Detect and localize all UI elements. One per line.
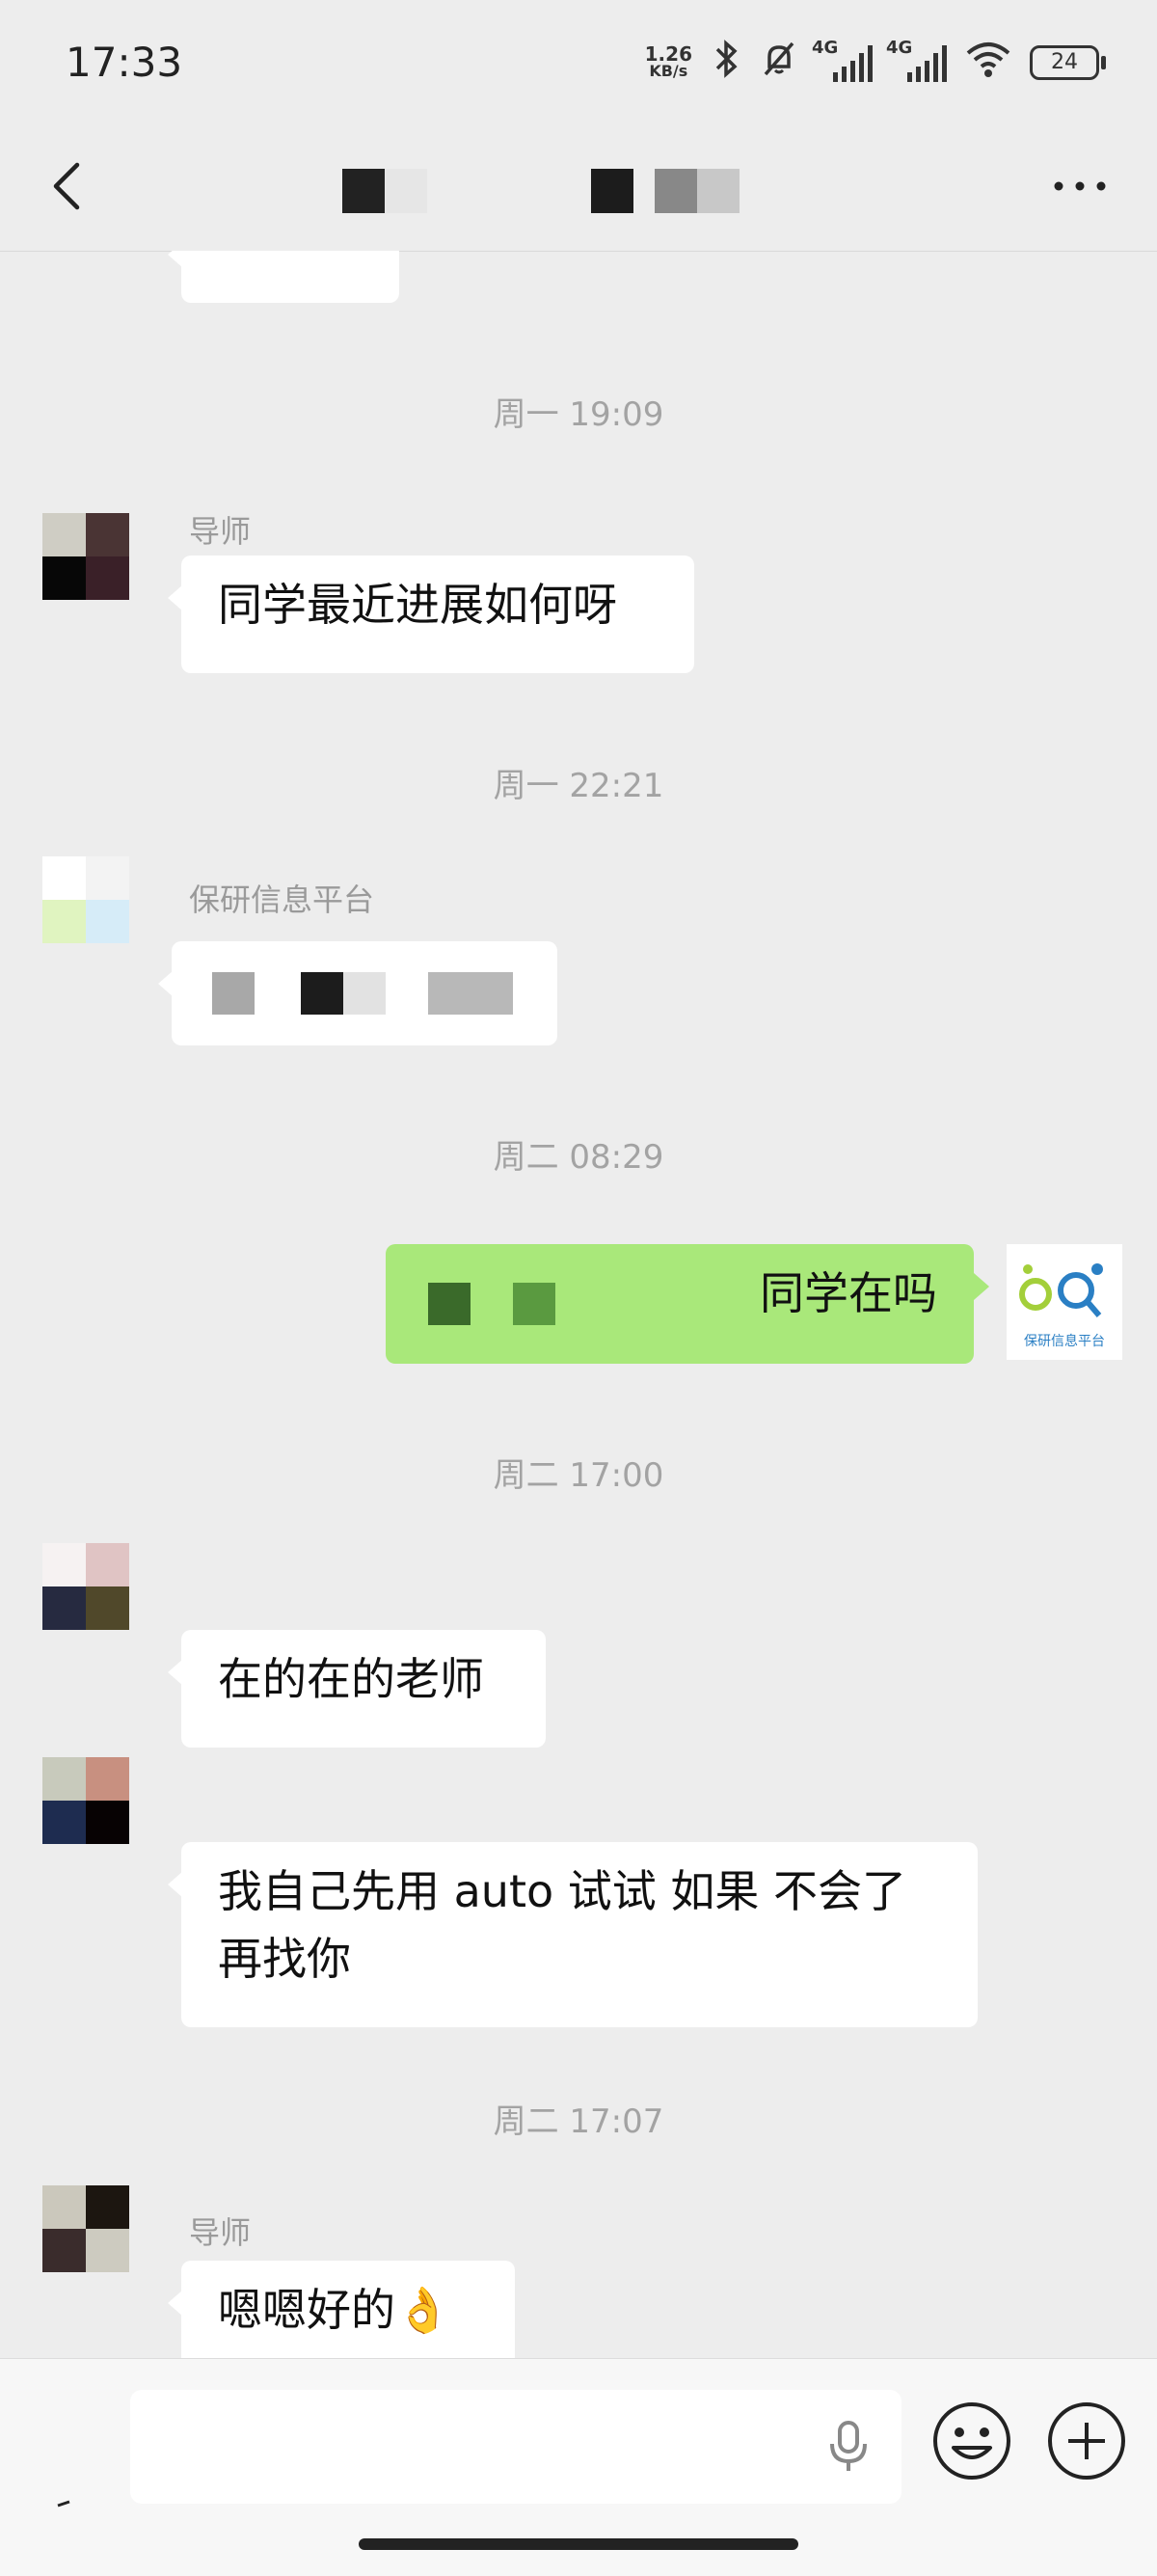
- avatar[interactable]: [42, 513, 129, 600]
- status-icons: 1.26 KB/s 4G 4G 24: [644, 38, 1106, 87]
- voice-icon[interactable]: [29, 2455, 96, 2523]
- emoji-icon[interactable]: [930, 2400, 1013, 2482]
- chevron-left-icon[interactable]: [42, 157, 100, 215]
- mic-icon[interactable]: [824, 2417, 873, 2475]
- message-input[interactable]: [130, 2390, 901, 2504]
- message-bubble[interactable]: 同学最近进展如何呀: [168, 556, 694, 673]
- mute-icon: [760, 40, 798, 87]
- signal-icon: 4G: [812, 38, 873, 82]
- battery-icon: 24: [1030, 45, 1106, 80]
- avatar[interactable]: [42, 1543, 129, 1630]
- message-bubble[interactable]: 嗯嗯好的👌: [168, 2261, 515, 2358]
- sender-name: 导师: [189, 2214, 252, 2251]
- avatar-self[interactable]: 保研信息平台: [1007, 1244, 1122, 1360]
- wifi-icon: [964, 40, 1012, 87]
- timestamp: 周二 17:07: [493, 2102, 664, 2141]
- timestamp: 周二 17:00: [493, 1456, 664, 1495]
- signal-icon: 4G: [886, 38, 947, 82]
- message-bubble[interactable]: 我自己先用 auto 试试 如果 不会了 再找你: [168, 1842, 978, 2027]
- status-time: 17:33: [66, 39, 183, 86]
- message-bubble-outgoing[interactable]: 同学在吗: [386, 1244, 989, 1364]
- message-text: 再找你: [218, 1933, 351, 1985]
- message-text: 嗯嗯好的: [218, 2284, 395, 2336]
- sender-name: 导师: [189, 513, 252, 550]
- message-bubble[interactable]: [168, 251, 399, 303]
- ok-hand-icon: 👌: [395, 2284, 451, 2336]
- chat-title: [342, 169, 740, 213]
- sender-name: 保研信息平台: [189, 881, 375, 918]
- avatar[interactable]: [42, 856, 129, 943]
- chat-header: [0, 130, 1157, 252]
- message-text: 同学在吗: [760, 1267, 937, 1319]
- avatar[interactable]: [42, 2185, 129, 2272]
- more-dots-icon[interactable]: [1051, 175, 1109, 198]
- logo-icon: [1019, 1263, 1103, 1317]
- message-list[interactable]: 周一 19:09 导师 同学最近进展如何呀 周一 22:21 保研信息平台 周二…: [0, 251, 1157, 2358]
- timestamp: 周一 19:09: [493, 395, 664, 434]
- home-indicator[interactable]: [359, 2538, 798, 2550]
- network-speed: 1.26 KB/s: [644, 42, 692, 80]
- timestamp: 周二 08:29: [493, 1138, 664, 1177]
- message-text: 我自己先用 auto 试试 如果 不会了: [218, 1865, 907, 1917]
- status-bar: 17:33 1.26 KB/s 4G 4G 24: [0, 0, 1157, 130]
- timestamp: 周一 22:21: [493, 767, 664, 805]
- plus-icon[interactable]: [1045, 2400, 1128, 2482]
- avatar[interactable]: [42, 1757, 129, 1844]
- message-bubble[interactable]: [158, 941, 557, 1045]
- message-bubble[interactable]: 在的在的老师: [168, 1630, 546, 1748]
- bluetooth-icon: [710, 39, 742, 87]
